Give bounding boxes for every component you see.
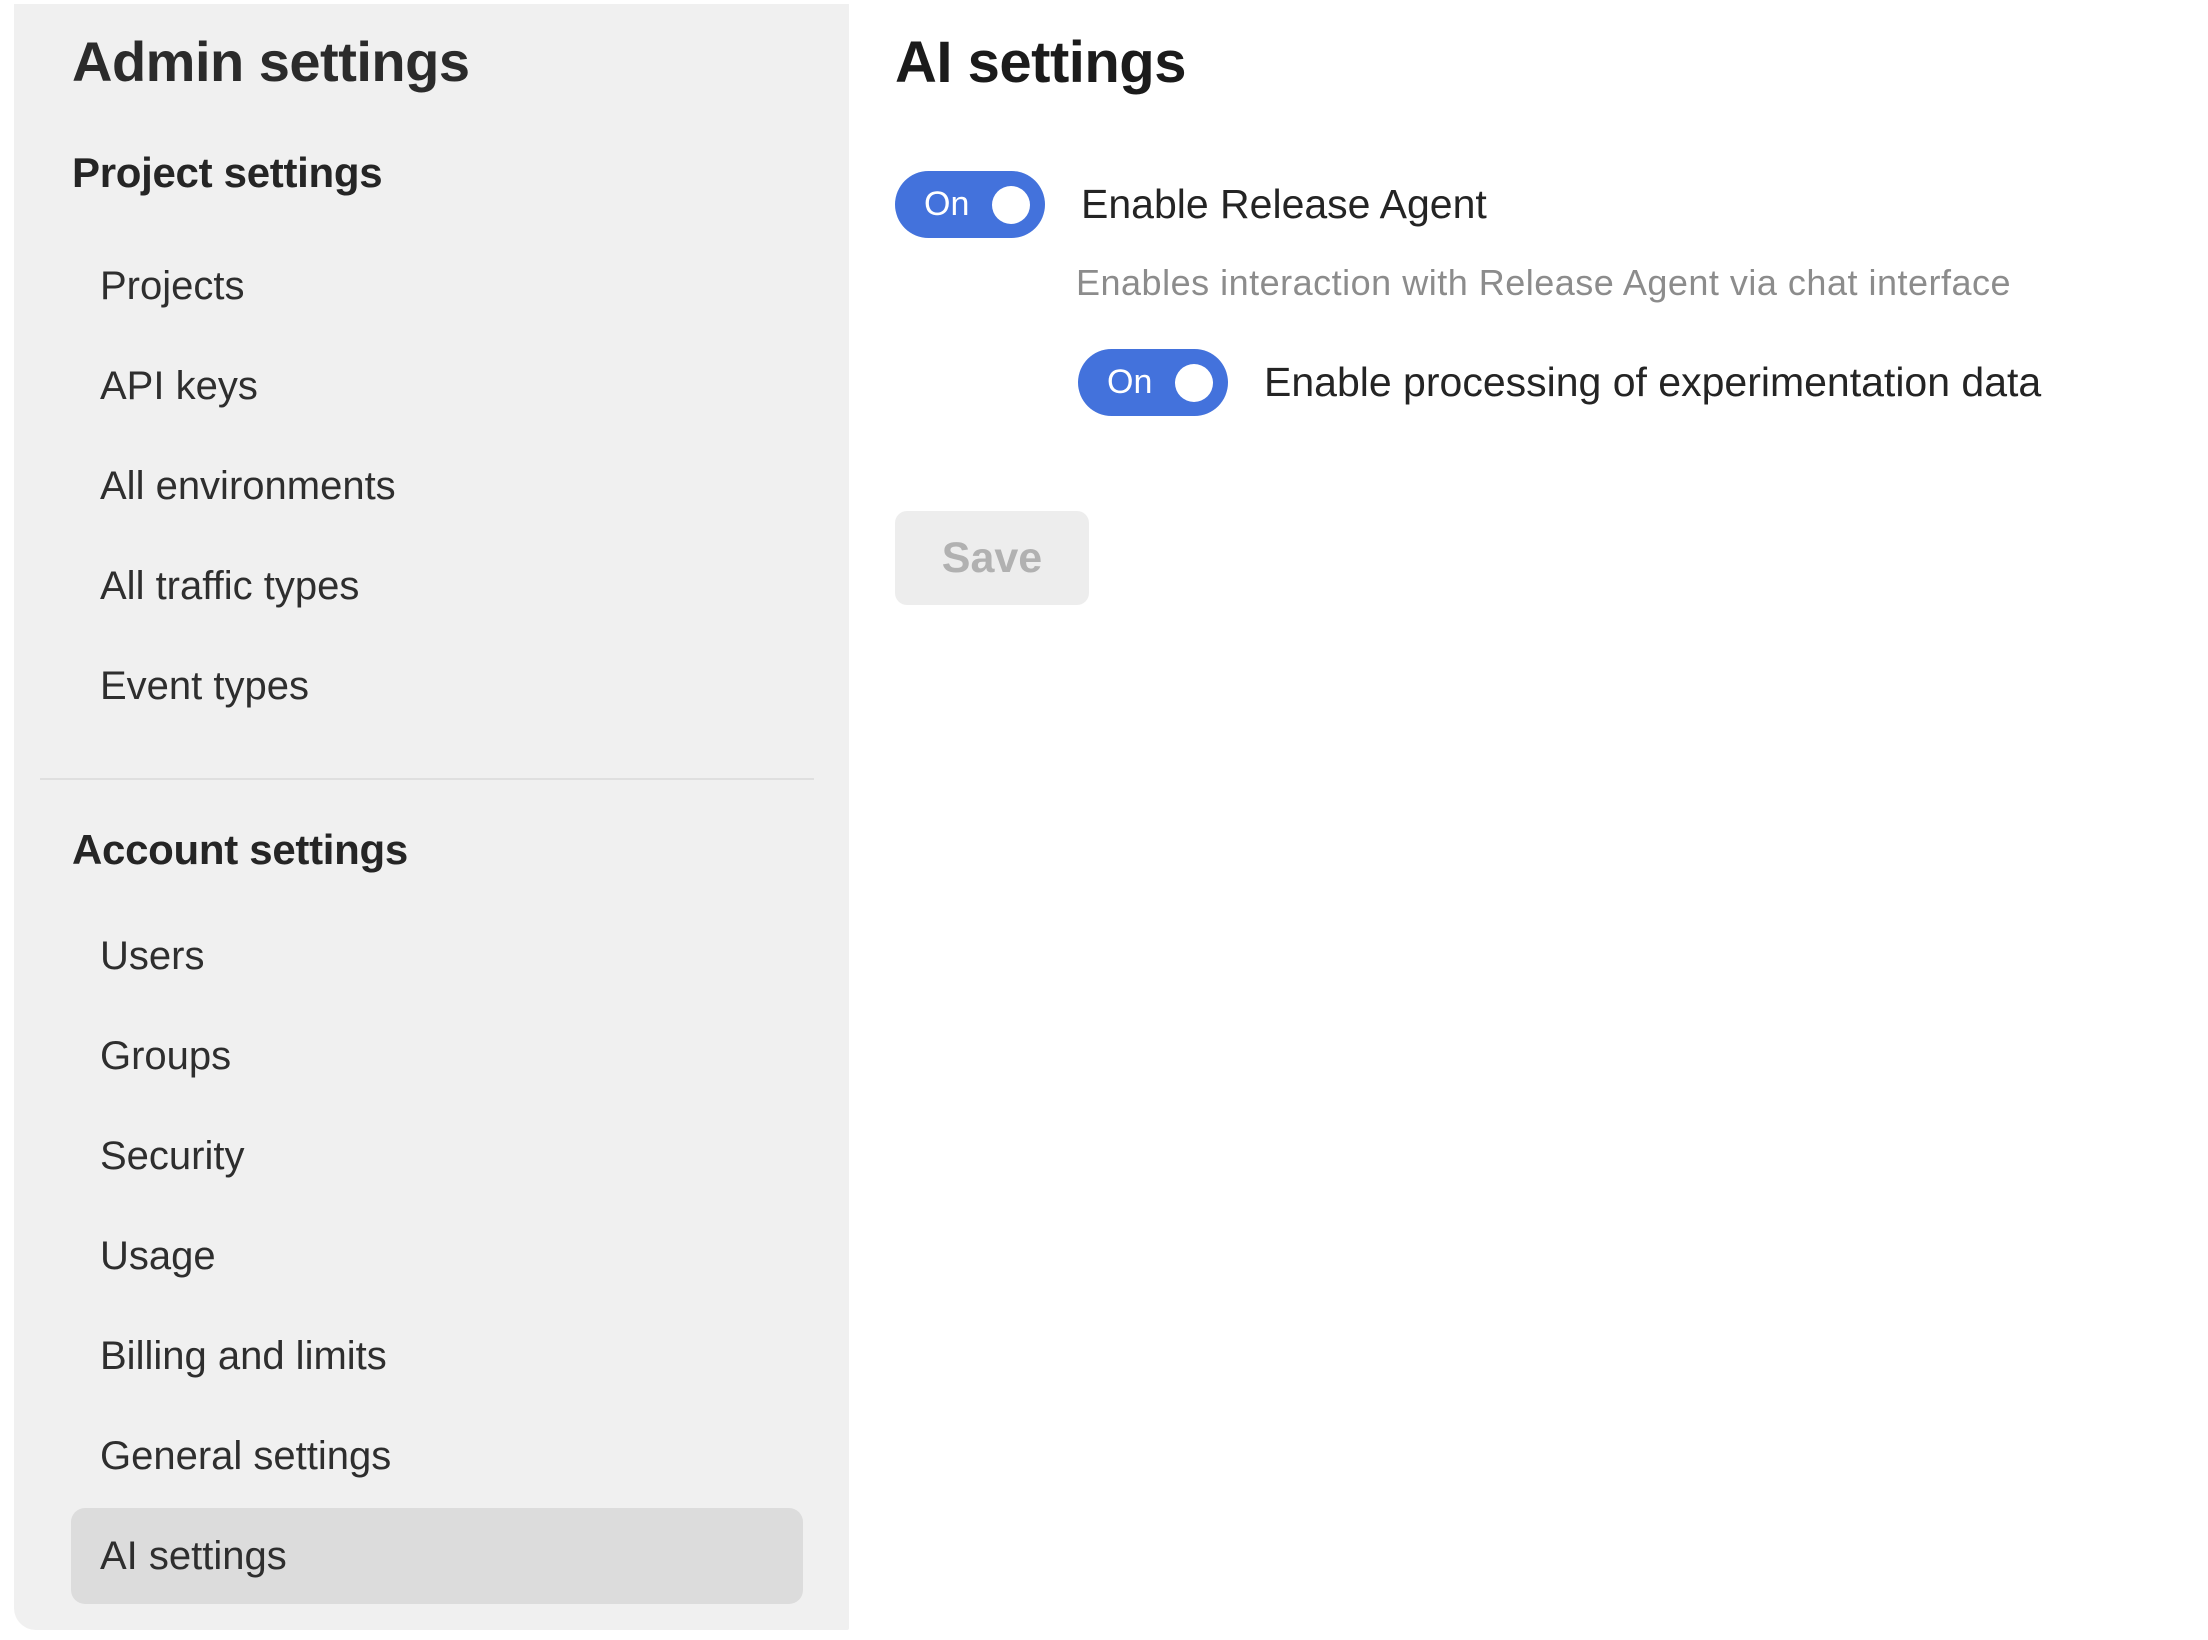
enable-release-agent-label: Enable Release Agent [1081,181,1487,228]
sidebar-item-general-settings[interactable]: General settings [71,1406,803,1506]
release-agent-description: Enables interaction with Release Agent v… [1076,260,2208,305]
sidebar-item-event-types[interactable]: Event types [71,636,803,736]
sidebar-item-users[interactable]: Users [71,906,803,1006]
sidebar-item-security[interactable]: Security [71,1106,803,1206]
toggle-knob [992,186,1030,224]
section-header-project-settings: Project settings [14,147,849,199]
sidebar-item-ai-settings[interactable]: AI settings [71,1508,803,1604]
experimentation-data-toggle-row: On Enable processing of experimentation … [1078,349,2208,416]
sidebar-item-billing-and-limits[interactable]: Billing and limits [71,1306,803,1406]
sidebar-item-groups[interactable]: Groups [71,1006,803,1106]
section-header-account-settings: Account settings [14,824,849,876]
project-settings-list: Projects API keys All environments All t… [14,236,849,736]
toggle-on-label: On [924,185,969,224]
sidebar-item-all-environments[interactable]: All environments [71,436,803,536]
toggle-knob [1175,364,1213,402]
page-title: AI settings [895,30,2208,96]
enable-release-agent-toggle[interactable]: On [895,171,1045,238]
ai-settings-panel: AI settings On Enable Release Agent Enab… [849,0,2208,1640]
toggle-on-label: On [1107,363,1152,402]
sidebar-title: Admin settings [14,30,849,94]
release-agent-toggle-row: On Enable Release Agent [895,171,2208,238]
enable-experimentation-data-toggle[interactable]: On [1078,349,1228,416]
sidebar-item-api-keys[interactable]: API keys [71,336,803,436]
sidebar-divider [40,778,814,780]
admin-settings-sidebar: Admin settings Project settings Projects… [14,4,849,1630]
account-settings-list: Users Groups Security Usage Billing and … [14,906,849,1604]
sidebar-item-projects[interactable]: Projects [71,236,803,336]
save-button[interactable]: Save [895,511,1089,605]
sidebar-item-usage[interactable]: Usage [71,1206,803,1306]
enable-experimentation-data-label: Enable processing of experimentation dat… [1264,359,2041,406]
sidebar-item-all-traffic-types[interactable]: All traffic types [71,536,803,636]
